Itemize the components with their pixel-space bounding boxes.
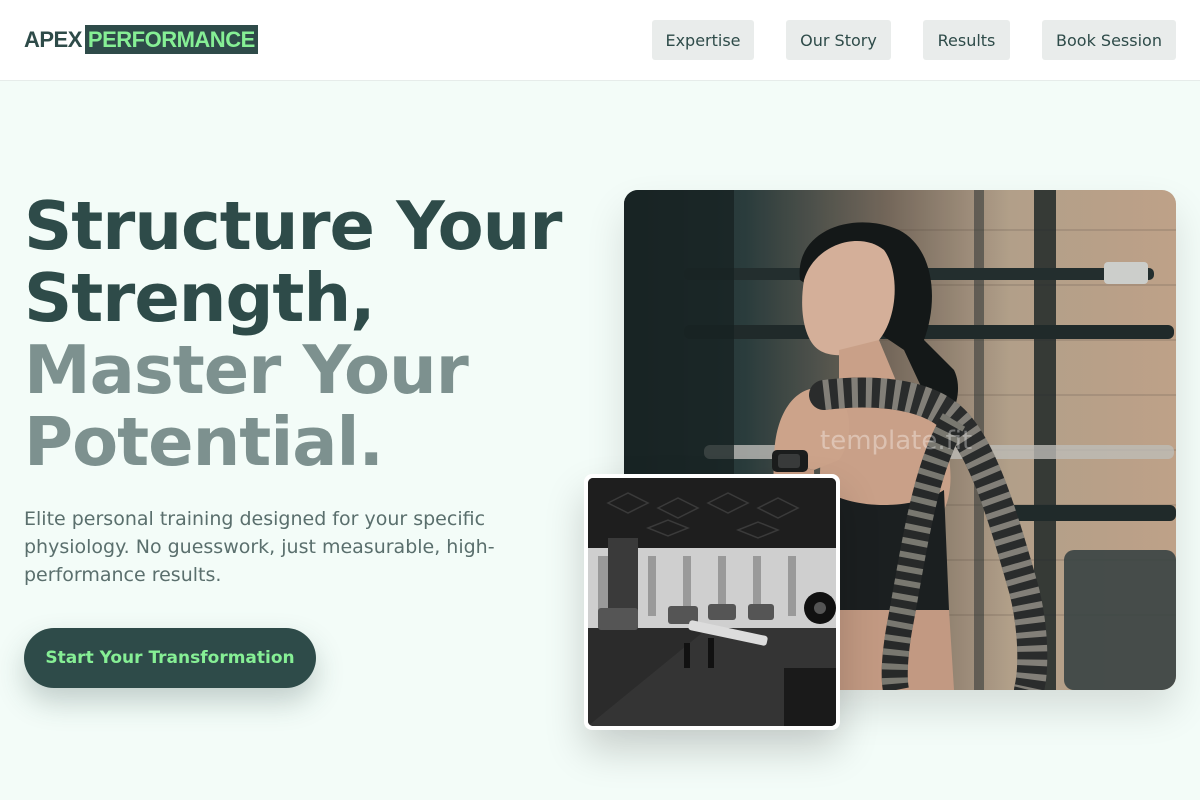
brand-logo[interactable]: APEX PERFORMANCE [24, 25, 258, 54]
headline-line-2: Strength, [24, 259, 376, 337]
hero-headline: Structure Your Strength, Master Your Pot… [24, 190, 584, 478]
headline-line-4: Potential. [24, 403, 384, 481]
gym-interior-illustration [588, 478, 836, 726]
start-transformation-button[interactable]: Start Your Transformation [24, 628, 316, 688]
nav-expertise-button[interactable]: Expertise [652, 20, 754, 60]
logo-text-performance: PERFORMANCE [84, 25, 258, 54]
headline-line-1: Structure Your [24, 187, 562, 265]
site-header: APEX PERFORMANCE Expertise Our Story Res… [0, 0, 1200, 81]
nav-book-session-button[interactable]: Book Session [1042, 20, 1176, 60]
gym-interior-photo [584, 474, 840, 730]
logo-text-apex: APEX [24, 26, 82, 52]
headline-line-3: Master Your [24, 331, 469, 409]
hero-subtext: Elite personal training designed for you… [24, 508, 495, 586]
nav-our-story-button[interactable]: Our Story [786, 20, 891, 60]
photo-watermark: template.fit [820, 426, 973, 456]
nav-results-button[interactable]: Results [923, 20, 1010, 60]
